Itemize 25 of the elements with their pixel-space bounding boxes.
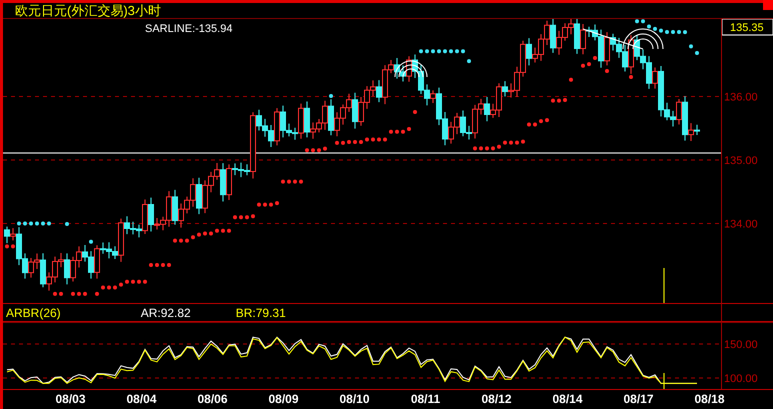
date-axis-label: 08/18 xyxy=(693,391,726,408)
sarline-readout: SARLINE:-135.94 xyxy=(145,23,232,35)
indicator-readout: AR:92.82 xyxy=(140,306,191,320)
trend-line xyxy=(582,28,644,50)
date-axis-label: 08/14 xyxy=(551,391,584,408)
indicator-axis-label: 150.00 xyxy=(724,339,758,351)
price-axis-label: 135.00 xyxy=(724,155,758,167)
indicator-readout: BR:79.31 xyxy=(236,306,286,320)
arc-drawing xyxy=(622,28,664,50)
date-axis-label: 08/17 xyxy=(622,391,655,408)
price-axis-label: 136.00 xyxy=(724,92,758,104)
arc-drawing xyxy=(394,60,428,78)
date-axis-label: 08/12 xyxy=(480,391,513,408)
date-axis-label: 08/09 xyxy=(267,391,300,408)
current-price: 135.35 xyxy=(730,22,764,34)
price-axis-label: 134.00 xyxy=(724,218,758,230)
date-axis-label: 08/06 xyxy=(196,391,229,408)
date-axis-label: 08/10 xyxy=(338,391,371,408)
chart-title: 欧元日元(外汇交易)3小时 xyxy=(14,3,161,18)
window-corner-icon xyxy=(763,0,773,10)
indicator-axis-label: 100.00 xyxy=(724,373,758,385)
indicator-name: ARBR(26) xyxy=(6,306,61,320)
date-axis-label: 08/04 xyxy=(125,391,158,408)
date-axis-label: 08/11 xyxy=(410,391,442,408)
date-axis-label: 08/03 xyxy=(54,391,87,408)
